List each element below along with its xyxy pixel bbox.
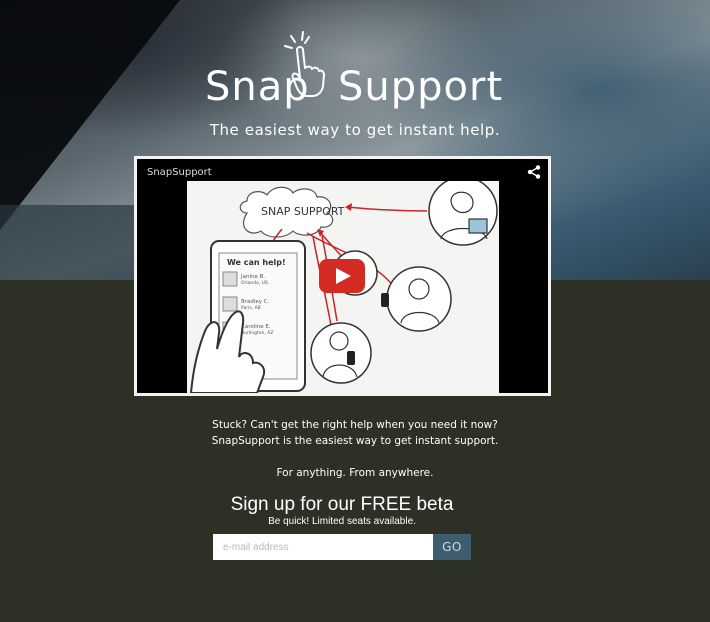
cloud-label: SNAP SUPPORT [261, 205, 345, 218]
signup-title: Sign up for our FREE beta [230, 494, 454, 515]
video-title[interactable]: SnapSupport [147, 167, 212, 178]
cloud-shape: SNAP SUPPORT [239, 186, 345, 238]
phone-illustration: We can help! Janine B. Orlando, US Bradl… [189, 240, 306, 393]
tagline: The easiest way to get instant help. [209, 121, 501, 139]
phone-header: We can help! [227, 258, 286, 267]
contact-name: Janine B. [240, 274, 265, 280]
share-icon[interactable] [526, 164, 542, 180]
description-line-3: For anything. From anywhere. [276, 467, 434, 479]
contact-location: Orlando, US [241, 280, 268, 286]
logo: Snap Support [205, 28, 502, 110]
description-line-2: SnapSupport is the easiest way to get in… [211, 435, 499, 447]
contact-name: Caroline E. [241, 324, 271, 330]
go-button[interactable]: GO [433, 534, 471, 560]
signup-subtitle: Be quick! Limited seats available. [268, 516, 416, 527]
email-field[interactable] [213, 534, 433, 560]
contact-location: Burlington, AZ [241, 330, 273, 336]
contact-location: Paris, AB [241, 305, 261, 311]
contact-name: Bradley C. [241, 299, 270, 305]
logo-text-right: Support [338, 64, 504, 110]
hand-tap-icon [284, 31, 325, 97]
video-player[interactable]: SNAP SUPPORT We can help! Janine B. Orla… [134, 156, 551, 396]
play-button[interactable] [319, 259, 365, 293]
